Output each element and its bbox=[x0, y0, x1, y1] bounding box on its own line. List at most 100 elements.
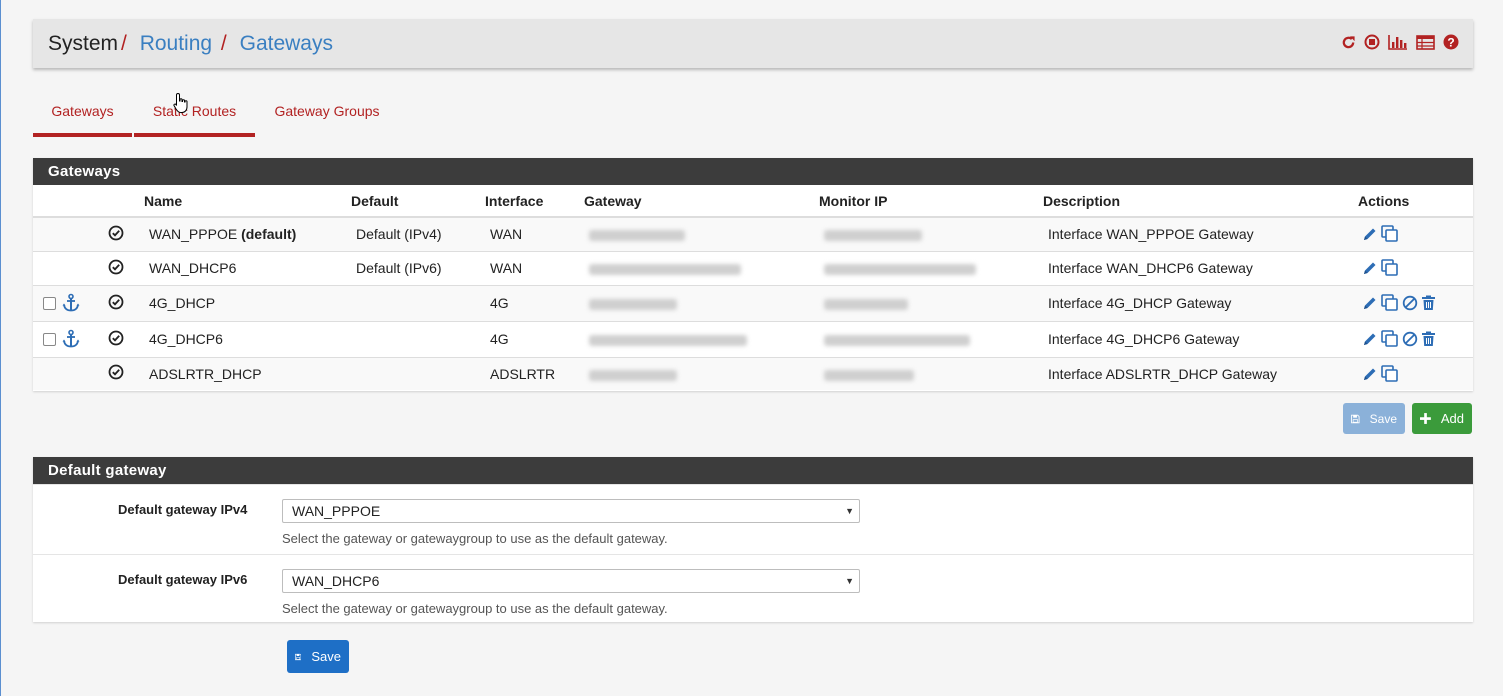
gateway-description: Interface WAN_PPPOE Gateway bbox=[1043, 216, 1358, 251]
gateway-interface: 4G bbox=[485, 320, 584, 357]
floppy-disk-icon bbox=[295, 653, 302, 660]
gateways-panel-title: Gateways bbox=[33, 158, 1473, 185]
monitor-ip-blurred bbox=[824, 263, 976, 275]
col-interface: Interface bbox=[485, 185, 584, 218]
gateway-name: 4G_DHCP bbox=[149, 295, 216, 311]
table-row: 4G_DHCP 4G Interface 4G_DHCP Gateway bbox=[33, 284, 1473, 321]
help-icon[interactable]: ? bbox=[1443, 34, 1459, 50]
gateway-name: ADSLRTR_DHCP bbox=[149, 365, 262, 382]
copy-icon[interactable] bbox=[1381, 225, 1399, 243]
gateway-address-blurred bbox=[589, 298, 677, 310]
tab-gateway-groups[interactable]: Gateway Groups bbox=[265, 92, 389, 137]
check-circle-icon bbox=[108, 294, 124, 309]
monitor-ip-blurred bbox=[824, 369, 914, 381]
page-header: System / Routing / Gateways ? bbox=[33, 19, 1473, 68]
breadcrumb-gateways[interactable]: Gateways bbox=[240, 32, 333, 55]
gateway-address-blurred bbox=[589, 230, 685, 242]
dropdown-caret-icon: ▼ bbox=[845, 506, 854, 516]
anchor-icon[interactable] bbox=[61, 329, 81, 349]
default-gateway-ipv6-row: Default gateway IPv6 WAN_DHCP6 ▼ Select … bbox=[33, 554, 1473, 624]
default-gateway-ipv6-select[interactable]: WAN_DHCP6 ▼ bbox=[282, 569, 860, 593]
save-order-label: Save bbox=[1369, 411, 1397, 426]
edit-pencil-icon[interactable] bbox=[1362, 331, 1378, 347]
table-header-row: Name Default Interface Gateway Monitor I… bbox=[33, 185, 1473, 218]
edit-pencil-icon[interactable] bbox=[1362, 226, 1378, 242]
check-circle-icon bbox=[108, 225, 124, 241]
check-circle-icon bbox=[108, 364, 124, 380]
gateway-interface: WAN bbox=[485, 216, 584, 251]
col-name: Name bbox=[144, 185, 351, 218]
tab-gateways[interactable]: Gateways bbox=[33, 92, 132, 137]
trash-icon[interactable] bbox=[1421, 295, 1436, 311]
default-marker: (default) bbox=[241, 226, 297, 243]
trash-icon[interactable] bbox=[1421, 331, 1436, 347]
check-circle-icon bbox=[108, 259, 124, 274]
edit-pencil-icon[interactable] bbox=[1362, 366, 1378, 382]
copy-icon[interactable] bbox=[1381, 364, 1399, 383]
table-icon[interactable] bbox=[1416, 34, 1435, 50]
gateway-address-blurred bbox=[589, 334, 747, 346]
anchor-icon[interactable] bbox=[61, 293, 81, 313]
default-gateway-ipv6-value: WAN_DHCP6 bbox=[292, 573, 380, 589]
default-gateway-ipv4-select[interactable]: WAN_PPPOE ▼ bbox=[282, 499, 860, 523]
save-label: Save bbox=[311, 649, 341, 664]
gateway-name: WAN_DHCP6 bbox=[149, 260, 237, 276]
monitor-ip-blurred bbox=[824, 230, 922, 242]
gateways-table: Name Default Interface Gateway Monitor I… bbox=[33, 185, 1473, 390]
gateway-address-blurred bbox=[589, 263, 741, 275]
gateway-interface: 4G bbox=[485, 284, 584, 321]
copy-icon[interactable] bbox=[1381, 330, 1399, 348]
gateway-default bbox=[351, 284, 485, 321]
gateway-default bbox=[351, 356, 485, 390]
edit-pencil-icon[interactable] bbox=[1362, 295, 1378, 311]
reload-icon[interactable] bbox=[1341, 35, 1356, 50]
save-order-button[interactable]: Save bbox=[1343, 403, 1405, 434]
col-description: Description bbox=[1043, 185, 1358, 218]
breadcrumb: System / Routing / Gateways bbox=[48, 32, 333, 55]
default-gateway-ipv4-help: Select the gateway or gatewaygroup to us… bbox=[282, 531, 668, 546]
floppy-disk-icon bbox=[1351, 414, 1360, 423]
plus-icon bbox=[1420, 413, 1431, 424]
gateway-description: Interface 4G_DHCP6 Gateway bbox=[1043, 320, 1358, 357]
monitor-ip-blurred bbox=[824, 334, 970, 346]
edit-pencil-icon[interactable] bbox=[1362, 260, 1378, 276]
table-row: WAN_DHCP6 Default (IPv6) WAN Interface W… bbox=[33, 250, 1473, 285]
table-row: 4G_DHCP6 4G Interface 4G_DHCP6 Gateway bbox=[33, 320, 1473, 357]
gateway-name: 4G_DHCP6 bbox=[149, 331, 223, 347]
disable-icon[interactable] bbox=[1402, 295, 1418, 311]
tab-static-routes[interactable]: Static Routes bbox=[134, 92, 255, 137]
col-default: Default bbox=[351, 185, 485, 218]
gateway-interface: ADSLRTR bbox=[485, 356, 584, 390]
col-actions: Actions bbox=[1358, 185, 1473, 218]
copy-icon[interactable] bbox=[1381, 294, 1399, 312]
gateway-name: WAN_PPPOE bbox=[149, 226, 238, 243]
copy-icon[interactable] bbox=[1381, 259, 1399, 277]
breadcrumb-routing[interactable]: Routing bbox=[140, 32, 212, 55]
chart-icon[interactable] bbox=[1388, 34, 1408, 50]
col-gateway: Gateway bbox=[584, 185, 819, 218]
col-monitor-ip: Monitor IP bbox=[819, 185, 1043, 218]
monitor-ip-blurred bbox=[824, 298, 908, 310]
default-gateway-ipv6-help: Select the gateway or gatewaygroup to us… bbox=[282, 601, 668, 616]
hand-cursor-icon bbox=[173, 92, 188, 113]
row-select-checkbox[interactable] bbox=[43, 296, 56, 310]
gateway-default: Default (IPv4) bbox=[351, 216, 485, 251]
default-gateway-ipv4-value: WAN_PPPOE bbox=[292, 503, 381, 519]
add-gateway-label: Add bbox=[1440, 411, 1464, 426]
default-gateway-ipv6-label: Default gateway IPv6 bbox=[118, 572, 248, 587]
default-gateway-ipv4-label: Default gateway IPv4 bbox=[118, 502, 248, 517]
table-row: WAN_PPPOE (default) Default (IPv4) WAN I… bbox=[33, 216, 1473, 251]
gateway-description: Interface ADSLRTR_DHCP Gateway bbox=[1043, 356, 1358, 390]
gateway-default bbox=[351, 320, 485, 357]
add-gateway-button[interactable]: Add bbox=[1412, 403, 1472, 434]
table-row: ADSLRTR_DHCP ADSLRTR Interface ADSLRTR_D… bbox=[33, 356, 1473, 390]
svg-text:?: ? bbox=[1447, 36, 1454, 50]
default-gateway-panel-title: Default gateway bbox=[33, 457, 1473, 484]
stop-icon[interactable] bbox=[1364, 34, 1380, 50]
gateways-panel: Gateways Name Default Interface Gateway … bbox=[33, 158, 1473, 391]
dropdown-caret-icon: ▼ bbox=[845, 576, 854, 586]
save-button[interactable]: Save bbox=[287, 640, 349, 673]
gateway-interface: WAN bbox=[485, 250, 584, 285]
row-select-checkbox[interactable] bbox=[43, 332, 56, 346]
disable-icon[interactable] bbox=[1402, 331, 1418, 347]
